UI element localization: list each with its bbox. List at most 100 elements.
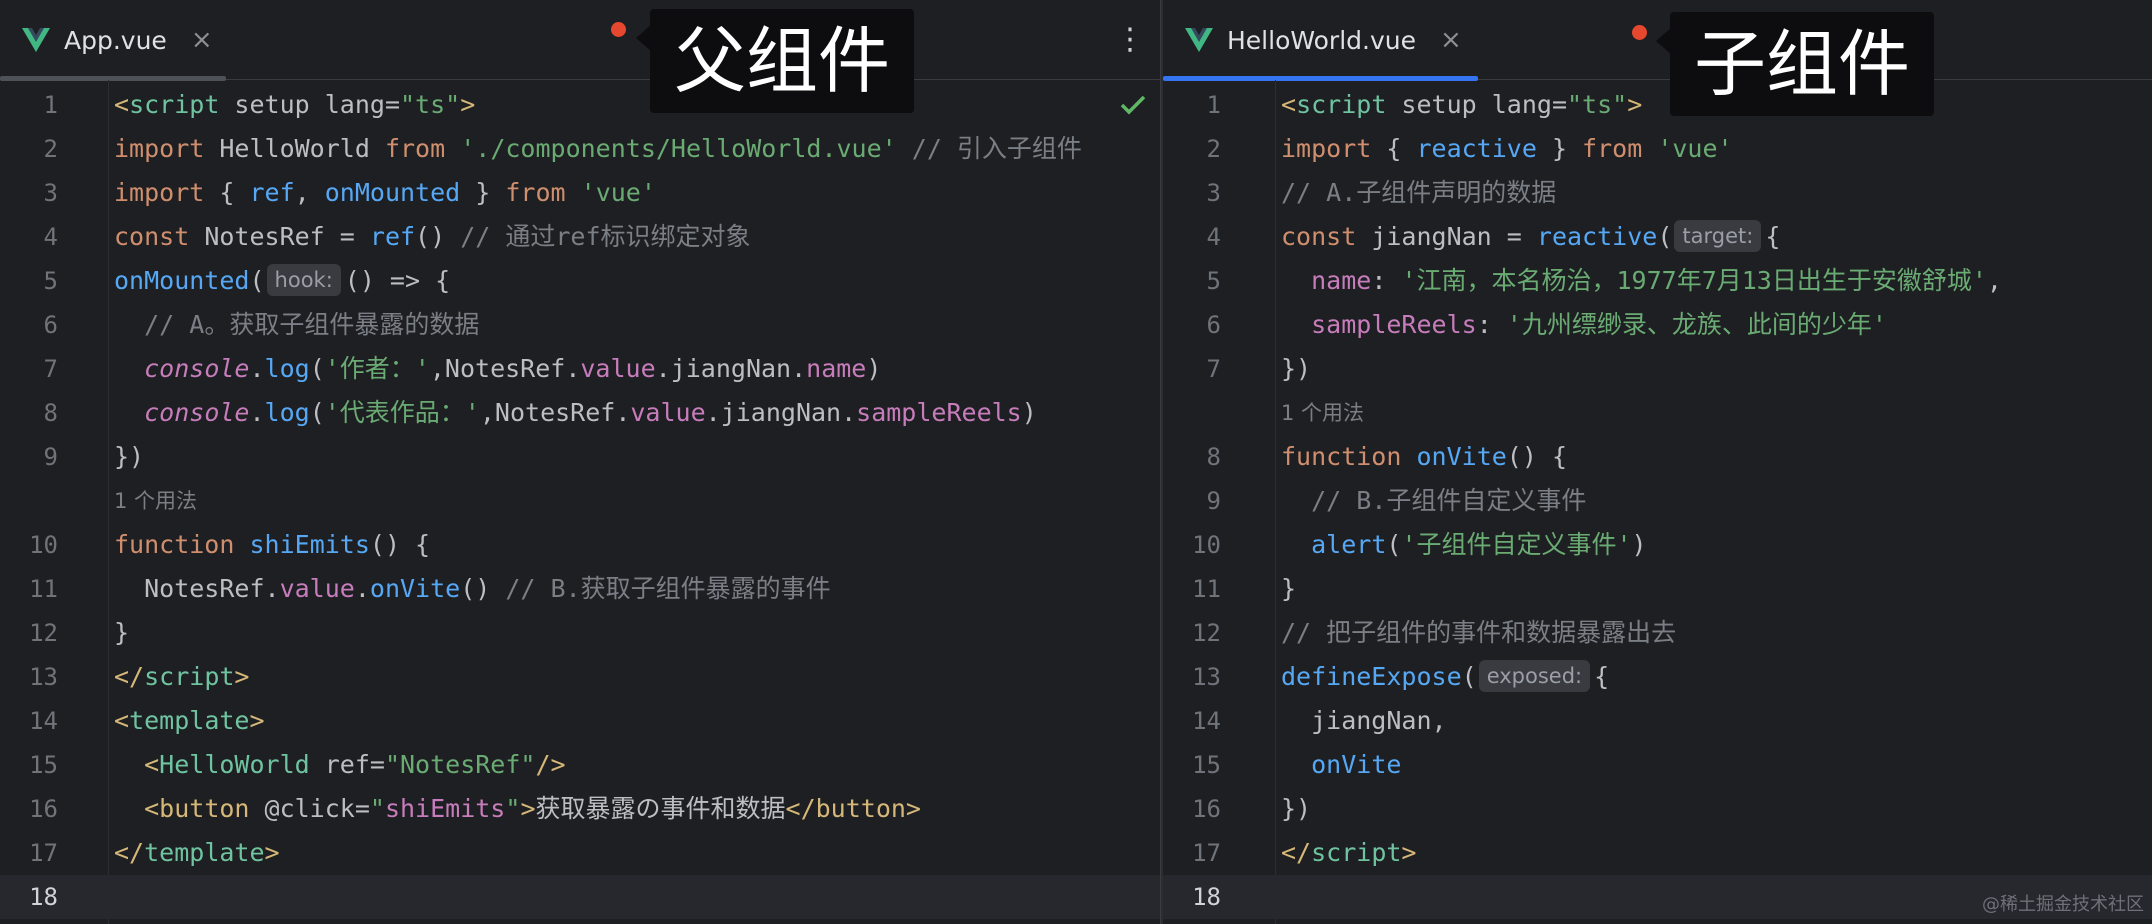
code-token: . bbox=[249, 354, 265, 383]
code-line[interactable]: 13 defineExpose(exposed:{ bbox=[1163, 655, 2152, 699]
code-token: ( bbox=[1657, 222, 1673, 251]
code-text: import { reactive } from 'vue' bbox=[1281, 127, 1733, 171]
code-token: defineExpose bbox=[1281, 662, 1462, 691]
code-token: < bbox=[144, 750, 160, 779]
code-line[interactable]: 2 import HelloWorld from './components/He… bbox=[0, 127, 1160, 171]
code-token: onVite bbox=[369, 574, 461, 603]
code-line[interactable]: 12} bbox=[0, 611, 1160, 655]
code-token: < bbox=[114, 90, 130, 119]
code-token: from bbox=[1582, 134, 1643, 163]
code-line[interactable]: 10 function shiEmits() { bbox=[0, 523, 1160, 567]
code-token: () { bbox=[1506, 442, 1568, 471]
usage-hint[interactable]: 1 个用法 bbox=[1281, 391, 1364, 435]
code-line[interactable]: 1 <script setup lang="ts"> bbox=[0, 83, 1160, 127]
code-token: , bbox=[294, 178, 325, 207]
code-line[interactable]: 11 NotesRef.value.onVite() // B.获取子组件暴露的… bbox=[0, 567, 1160, 611]
code-line[interactable]: 16}) bbox=[1163, 787, 2152, 831]
tab-helloworld-vue[interactable]: HelloWorld.vue × bbox=[1163, 0, 1478, 81]
right-tab-bar: HelloWorld.vue × 子组件 bbox=[1163, 0, 2152, 116]
code-token: onMounted bbox=[114, 266, 250, 295]
code-line[interactable]: 14 <template> bbox=[0, 699, 1160, 743]
line-number: 10 bbox=[1192, 531, 1221, 559]
code-token: " bbox=[369, 794, 385, 823]
modified-indicator-icon bbox=[611, 22, 626, 37]
vue-icon bbox=[22, 28, 50, 52]
code-text: }) bbox=[1281, 787, 1311, 831]
parameter-hint: target: bbox=[1674, 220, 1762, 252]
kebab-menu-icon[interactable]: ⋮ bbox=[1115, 22, 1145, 58]
code-text: } bbox=[114, 611, 129, 655]
code-token: // B.获取子组件暴露的事件 bbox=[505, 574, 831, 603]
code-line[interactable]: 6 sampleReels: '九州缥缈录、龙族、此间的少年' bbox=[1163, 303, 2152, 347]
line-number: 13 bbox=[1192, 663, 1221, 691]
close-icon[interactable]: × bbox=[1440, 27, 1462, 53]
modified-indicator-icon bbox=[1632, 25, 1647, 40]
code-token: // A。获取子组件暴露的数据 bbox=[144, 310, 480, 339]
code-line[interactable]: 3 import { ref, onMounted } from 'vue' bbox=[0, 171, 1160, 215]
code-line[interactable]: 1 个用法 bbox=[1163, 391, 2152, 435]
code-line[interactable]: 1 <script setup lang="ts"> bbox=[1163, 83, 2152, 127]
code-token: import bbox=[114, 178, 205, 207]
code-token: sampleReels bbox=[856, 398, 1022, 427]
code-text: }) bbox=[114, 435, 144, 479]
code-token: ) bbox=[866, 354, 882, 383]
code-line[interactable]: 15 onVite bbox=[1163, 743, 2152, 787]
code-token: from bbox=[384, 134, 446, 163]
code-line[interactable]: 2 import { reactive } from 'vue' bbox=[1163, 127, 2152, 171]
code-line[interactable]: 8 console.log('代表作品：',NotesRef.value.jia… bbox=[0, 391, 1160, 435]
code-line[interactable]: 16 <button @click="shiEmits">获取暴露の事件和数据<… bbox=[0, 787, 1160, 831]
code-line[interactable]: 7 console.log('作者：',NotesRef.value.jiang… bbox=[0, 347, 1160, 391]
code-token: }) bbox=[1281, 794, 1312, 823]
code-line[interactable]: 5 onMounted(hook:() => { bbox=[0, 259, 1160, 303]
code-token: HelloWorld bbox=[204, 134, 385, 163]
code-line[interactable]: 17 </template> bbox=[0, 831, 1160, 875]
code-line[interactable]: 11} bbox=[1163, 567, 2152, 611]
code-line[interactable]: 15 <HelloWorld ref="NotesRef"/> bbox=[0, 743, 1160, 787]
code-text: </script> bbox=[114, 655, 249, 699]
code-line[interactable]: 9}) bbox=[0, 435, 1160, 479]
code-token: from bbox=[505, 178, 566, 207]
tab-app-vue[interactable]: App.vue × bbox=[0, 0, 226, 81]
code-line[interactable]: 7}) bbox=[1163, 347, 2152, 391]
code-token: ( bbox=[309, 354, 325, 383]
usage-hint[interactable]: 1 个用法 bbox=[114, 479, 197, 523]
code-token: > bbox=[1627, 90, 1643, 119]
code-token: "ts" bbox=[400, 90, 461, 119]
line-number: 11 bbox=[29, 575, 58, 603]
code-token: ( bbox=[249, 266, 265, 295]
code-line[interactable]: 6 // A。获取子组件暴露的数据 bbox=[0, 303, 1160, 347]
code-line[interactable]: 14 jiangNan, bbox=[1163, 699, 2152, 743]
code-line[interactable]: 10 alert('子组件自定义事件') bbox=[1163, 523, 2152, 567]
code-line[interactable]: 1 个用法 bbox=[0, 479, 1160, 523]
line-number: 15 bbox=[29, 751, 58, 779]
watermark: @稀土掘金技术社区 bbox=[1982, 894, 2144, 915]
code-token: '九州缥缈录、龙族、此间的少年' bbox=[1506, 310, 1887, 339]
code-line[interactable]: 17 </script> bbox=[1163, 831, 2152, 875]
code-line[interactable]: 18 bbox=[0, 875, 1160, 919]
code-token: reactive bbox=[1536, 222, 1658, 251]
line-number: 14 bbox=[29, 707, 58, 735]
code-line[interactable]: 9 // B.子组件自定义事件 bbox=[1163, 479, 2152, 523]
code-text: <HelloWorld ref="NotesRef"/> bbox=[114, 743, 565, 787]
close-icon[interactable]: × bbox=[191, 27, 213, 53]
code-token: .jiangNan. bbox=[655, 354, 807, 383]
code-line[interactable]: 5 name: '江南，本名杨治，1977年7月13日出生于安徽舒城', bbox=[1163, 259, 2152, 303]
code-line[interactable]: 3 // A.子组件声明的数据 bbox=[1163, 171, 2152, 215]
code-line[interactable]: 4 const NotesRef = ref() // 通过ref标识绑定对象 bbox=[0, 215, 1160, 259]
code-text: <button @click="shiEmits">获取暴露の事件和数据</bu… bbox=[114, 787, 921, 831]
code-token: } bbox=[1281, 574, 1297, 603]
code-text: // 把子组件的事件和数据暴露出去 bbox=[1281, 611, 1676, 655]
code-line[interactable]: 4 const jiangNan = reactive(target:{ bbox=[1163, 215, 2152, 259]
code-line[interactable]: 13 </script> bbox=[0, 655, 1160, 699]
code-token: const bbox=[114, 222, 190, 251]
code-line[interactable]: 12 // 把子组件的事件和数据暴露出去 bbox=[1163, 611, 2152, 655]
right-code-editor[interactable]: 1 <script setup lang="ts"> 2 import { react… bbox=[1163, 80, 2152, 924]
left-code-editor[interactable]: 1 <script setup lang="ts"> 2 import HelloWo… bbox=[0, 80, 1160, 924]
code-token: () => { bbox=[344, 266, 451, 295]
code-line[interactable]: 8 function onVite() { bbox=[1163, 435, 2152, 479]
code-token: shiEmits bbox=[249, 530, 370, 559]
